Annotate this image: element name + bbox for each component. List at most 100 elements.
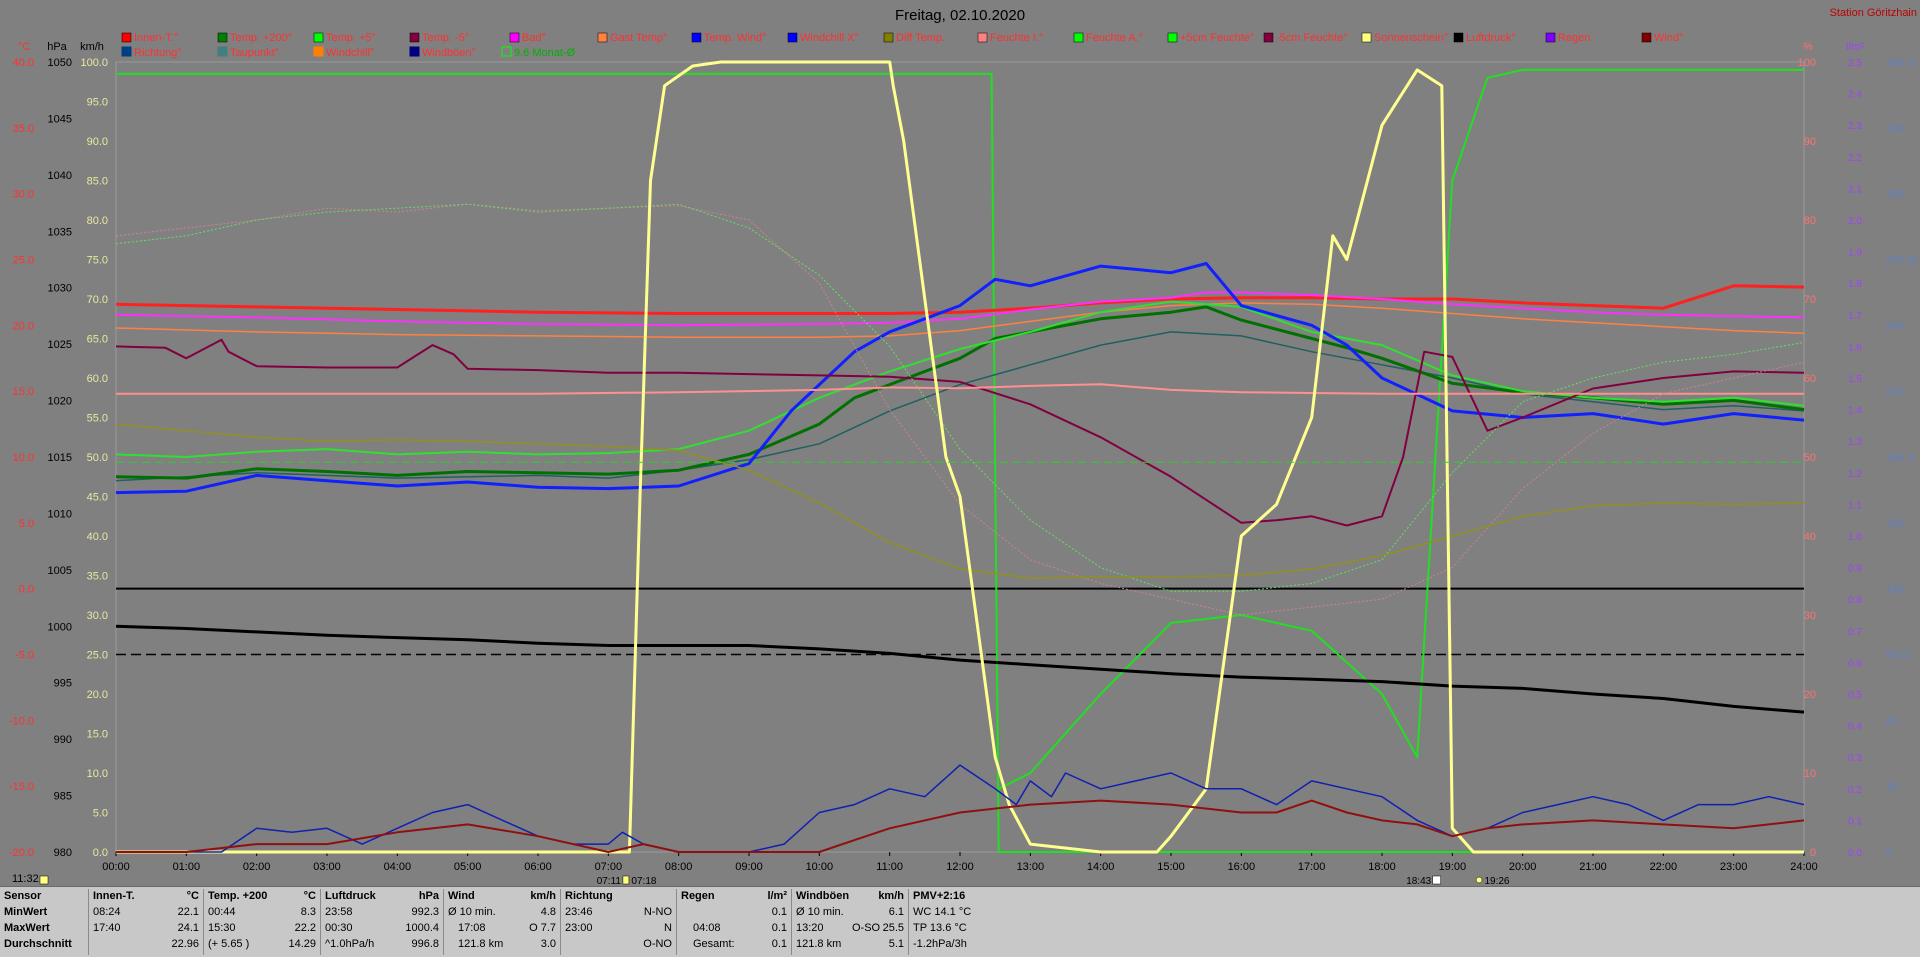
x-tick-label: 14:00 bbox=[1087, 861, 1115, 873]
luftdruck-avg-value: 996.8 bbox=[411, 938, 439, 950]
x-tick-label: 11:00 bbox=[876, 861, 903, 873]
tick-percent: 70 bbox=[1804, 294, 1816, 306]
stats-col-richtung: Richtung 23:46 N-NO 23:00 N O-NO bbox=[561, 889, 677, 955]
x-tick-label: 06:00 bbox=[524, 861, 552, 873]
x-tick-label: 12:00 bbox=[946, 861, 974, 873]
tick-hpa: 1050 bbox=[48, 57, 72, 69]
legend-swatch bbox=[409, 46, 420, 57]
pmv-wc: WC 14.1 °C bbox=[913, 906, 972, 918]
x-tick-label: 01:00 bbox=[173, 861, 201, 873]
tick-rain: 2.3 bbox=[1848, 121, 1862, 132]
legend-swatch bbox=[121, 32, 132, 43]
legend-swatch bbox=[883, 32, 894, 43]
axis-unit-kmh: km/h bbox=[80, 41, 104, 53]
tick-celsius: 20.0 bbox=[13, 320, 34, 332]
x-tick-label: 24:00 bbox=[1790, 861, 1818, 873]
regen-max-value: 0.1 bbox=[771, 922, 787, 934]
tick-kmh: 35.0 bbox=[87, 571, 108, 583]
regen-title: Regen bbox=[681, 890, 715, 902]
tick-kmh: 90.0 bbox=[87, 136, 108, 148]
tick-rain: 1.5 bbox=[1848, 374, 1862, 385]
tick-celsius: -5.0 bbox=[15, 650, 34, 662]
luftdruck-avg-time: ^1.0hPa/h bbox=[325, 938, 375, 950]
legend-swatch bbox=[1263, 32, 1274, 43]
boen-title: Windböen bbox=[796, 890, 850, 902]
moon-marker bbox=[1475, 876, 1483, 884]
tick-hpa: 1040 bbox=[48, 170, 72, 182]
x-tick-label: 20:00 bbox=[1509, 861, 1537, 873]
legend-swatch bbox=[1453, 32, 1464, 43]
richtung-title: Richtung bbox=[565, 890, 613, 902]
legend-label: Windchill X° bbox=[800, 32, 859, 44]
legend-swatch bbox=[1641, 32, 1652, 43]
boen-avg10: Ø 10 min. bbox=[796, 906, 844, 918]
x-tick-label: 22:00 bbox=[1650, 861, 1678, 873]
tick-hpa: 1015 bbox=[48, 452, 72, 464]
tick-percent: 10 bbox=[1804, 768, 1816, 780]
x-tick-label: 18:00 bbox=[1368, 861, 1396, 873]
plot-area bbox=[115, 61, 1805, 853]
tick-celsius: 25.0 bbox=[13, 255, 34, 267]
innen-max-value: 24.1 bbox=[177, 922, 199, 934]
pmv-title: PMV+2:16 bbox=[913, 890, 966, 902]
sunset-marker bbox=[1432, 875, 1441, 885]
tick-celsius: 10.0 bbox=[13, 452, 34, 464]
x-tick-label: 04:00 bbox=[384, 861, 412, 873]
tick-celsius: 0.0 bbox=[19, 584, 34, 596]
tick-percent: 60 bbox=[1804, 373, 1816, 385]
x-tick-label: 09:00 bbox=[735, 861, 763, 873]
tick-rain: 1.9 bbox=[1848, 248, 1862, 259]
tick-celsius: -20.0 bbox=[9, 847, 34, 859]
tick-rain: 1.7 bbox=[1848, 311, 1862, 322]
stats-row-max: MaxWert bbox=[4, 922, 50, 934]
x-tick-label: 02:00 bbox=[243, 861, 271, 873]
x-tick-label: 15:00 bbox=[1157, 861, 1185, 873]
innen-max-time: 17:40 bbox=[93, 922, 121, 934]
wind-title: Wind bbox=[448, 890, 475, 902]
tick-percent: 30 bbox=[1804, 610, 1816, 622]
sunrise2-label: 07:18 bbox=[631, 876, 656, 886]
wind-avg10-value: 4.8 bbox=[540, 906, 556, 918]
temp200-title: Temp. +200 bbox=[208, 890, 268, 902]
richtung-min-value: N-NO bbox=[643, 906, 672, 918]
tick-kmh: 80.0 bbox=[87, 215, 108, 227]
tick-hpa: 995 bbox=[54, 678, 72, 690]
legend-swatch bbox=[977, 32, 988, 43]
tick-kmh: 5.0 bbox=[93, 808, 108, 820]
tick-hpa: 980 bbox=[54, 847, 72, 859]
tick-rain: 1.8 bbox=[1848, 279, 1862, 290]
innen-unit: °C bbox=[186, 890, 199, 902]
tick-direction: 30 bbox=[1886, 781, 1898, 793]
legend-swatch bbox=[1167, 32, 1178, 43]
pmv-trend: -1.2hPa/3h bbox=[913, 938, 967, 950]
innen-min-time: 08:24 bbox=[93, 906, 121, 918]
tick-celsius: 40.0 bbox=[13, 57, 34, 69]
tick-celsius: -15.0 bbox=[9, 781, 34, 793]
stats-row-min: MinWert bbox=[4, 906, 48, 918]
wind-max-time: 17:08 bbox=[458, 922, 486, 934]
tick-rain: 0.6 bbox=[1848, 658, 1862, 669]
tick-rain: 2.4 bbox=[1848, 90, 1862, 101]
tick-celsius: 15.0 bbox=[13, 386, 34, 398]
luftdruck-min-time: 23:58 bbox=[325, 906, 353, 918]
legend-swatch bbox=[313, 46, 324, 57]
tick-hpa: 1045 bbox=[48, 113, 72, 125]
tick-hpa: 1025 bbox=[48, 339, 72, 351]
legend-swatch bbox=[1545, 32, 1556, 43]
tick-kmh: 85.0 bbox=[87, 176, 108, 188]
stats-col-regen: Regen l/m² 0.1 04:08 0.1 Gesamt: 0.1 bbox=[677, 889, 792, 955]
tick-hpa: 1030 bbox=[48, 283, 72, 295]
legend-label: Temp. +200° bbox=[230, 32, 292, 44]
legend-swatch bbox=[217, 32, 228, 43]
tick-percent: 50 bbox=[1804, 452, 1816, 464]
innen-title: Innen-T. bbox=[93, 890, 135, 902]
temp200-avg-value: 14.29 bbox=[288, 938, 316, 950]
legend-label: Windchill° bbox=[326, 47, 374, 59]
legend-label: Temp. -5° bbox=[422, 32, 469, 44]
tick-kmh: 0.0 bbox=[93, 847, 108, 859]
temp200-min-time: 00:44 bbox=[208, 906, 236, 918]
tick-direction: 180 S bbox=[1886, 452, 1915, 464]
x-tick-label: 08:00 bbox=[665, 861, 693, 873]
legend-label: Windböen° bbox=[422, 47, 476, 59]
legend-swatch bbox=[217, 46, 228, 57]
